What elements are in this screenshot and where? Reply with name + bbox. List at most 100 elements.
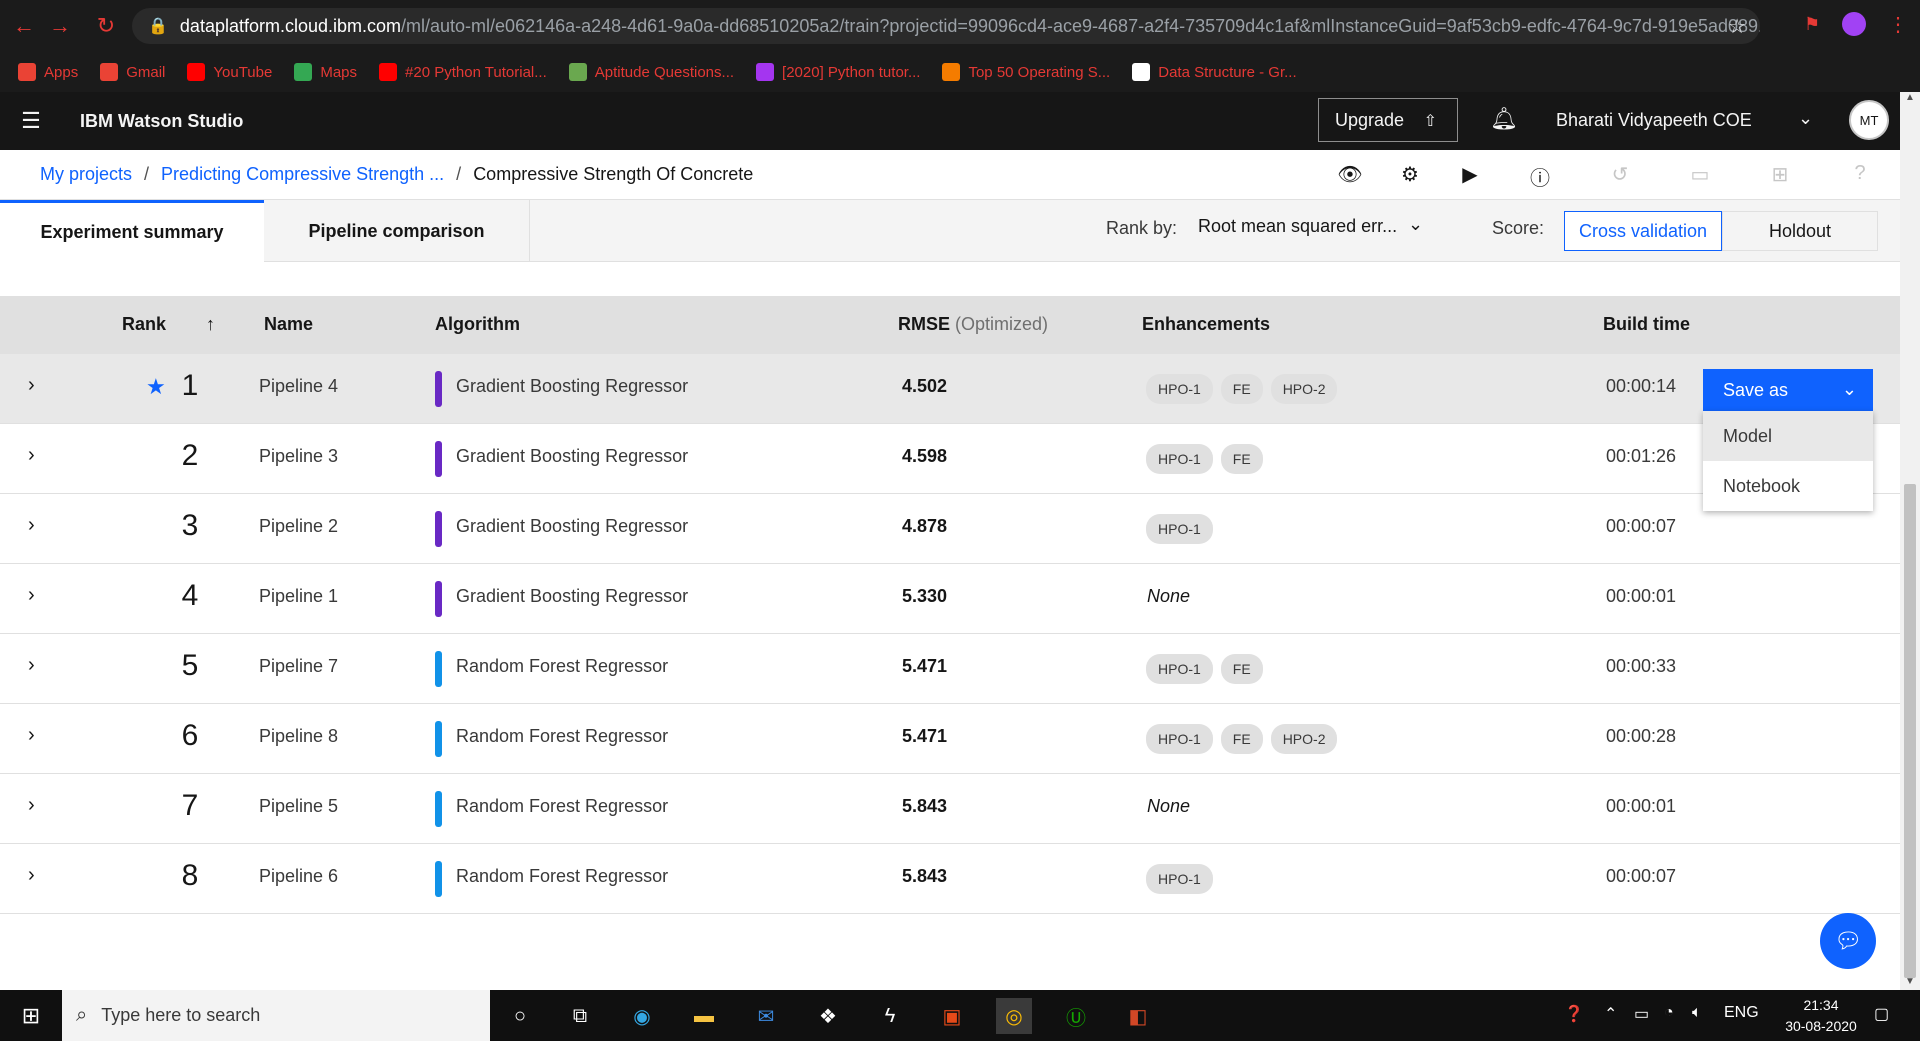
score-holdout-button[interactable]: Holdout bbox=[1722, 211, 1878, 251]
tab-experiment-summary[interactable]: Experiment summary bbox=[0, 200, 264, 262]
language-indicator[interactable]: ENG bbox=[1724, 1004, 1759, 1022]
back-arrow-icon[interactable]: ← bbox=[6, 8, 42, 44]
chevron-right-icon[interactable]: › bbox=[28, 654, 35, 677]
grid-apps-icon[interactable]: ⊞ bbox=[1766, 162, 1794, 187]
chevron-right-icon[interactable]: › bbox=[28, 374, 35, 397]
bookmark-item[interactable]: [2020] Python tutor... bbox=[756, 63, 920, 81]
wifi-icon[interactable]: ◔ bbox=[1664, 1004, 1674, 1022]
reload-icon[interactable]: ↻ bbox=[88, 8, 124, 44]
page-scrollbar[interactable]: ▲ ▼ bbox=[1900, 92, 1920, 990]
geeks-icon bbox=[1132, 63, 1151, 81]
notification-bell-icon[interactable]: 🔔︎ bbox=[1490, 106, 1518, 132]
header-rank[interactable]: Rank bbox=[122, 314, 166, 335]
profile-icon[interactable] bbox=[1842, 12, 1866, 36]
comment-icon[interactable]: ▭ bbox=[1686, 162, 1714, 187]
cortana-circle-icon[interactable]: ○ bbox=[502, 998, 538, 1034]
bookmark-item[interactable]: YouTube bbox=[187, 63, 272, 81]
bookmark-item[interactable]: Aptitude Questions... bbox=[568, 63, 734, 81]
run-play-icon[interactable]: ▶ bbox=[1456, 162, 1484, 187]
address-bar[interactable]: 🔒 dataplatform.cloud.ibm.com /ml/auto-ml… bbox=[132, 8, 1760, 44]
build-time: 00:00:28 bbox=[1606, 726, 1677, 746]
table-row[interactable]: › 5 Pipeline 7 Random Forest Regressor 5.471… bbox=[0, 634, 1900, 704]
save-as-label: Save as bbox=[1723, 379, 1789, 400]
system-clock[interactable]: 21:34 30-08-2020 bbox=[1776, 995, 1866, 1037]
rank-by-dropdown[interactable]: Root mean squared err... bbox=[1198, 216, 1397, 237]
header-algorithm: Algorithm bbox=[435, 314, 520, 334]
table-row[interactable]: › 6 Pipeline 8 Random Forest Regressor 5.471… bbox=[0, 704, 1900, 774]
browser-menu-icon[interactable]: ⋮ bbox=[1888, 12, 1908, 37]
table-row[interactable]: › 4 Pipeline 1 Gradient Boosting Regressor 5… bbox=[0, 564, 1900, 634]
windows-taskbar: ⊞ ⌕ Type here to search ○ ⧉ ◉ ▬ ✉ ❖ ϟ ▣ … bbox=[0, 990, 1920, 1041]
scroll-thumb[interactable] bbox=[1904, 484, 1916, 978]
save-as-button[interactable]: Save as ⌄ bbox=[1703, 369, 1873, 411]
help-icon[interactable]: ? bbox=[1846, 162, 1874, 185]
algorithm-name: Gradient Boosting Regressor bbox=[456, 586, 689, 606]
bookmark-item[interactable]: Gmail bbox=[100, 63, 165, 81]
sort-arrow-up-icon[interactable]: ↑ bbox=[206, 314, 215, 335]
windows-start-icon[interactable]: ⊞ bbox=[0, 990, 62, 1041]
chevron-right-icon[interactable]: › bbox=[28, 794, 35, 817]
office-icon[interactable]: ▣ bbox=[934, 998, 970, 1034]
help-circle-icon[interactable]: ❓ bbox=[1564, 1004, 1584, 1024]
taskbar-search-input[interactable]: ⌕ Type here to search bbox=[62, 990, 490, 1041]
forward-arrow-icon[interactable]: → bbox=[42, 8, 78, 44]
bookmark-star-icon[interactable]: ☆ bbox=[1728, 14, 1746, 39]
tab-pipeline-comparison[interactable]: Pipeline comparison bbox=[264, 200, 530, 262]
edge-browser-icon[interactable]: ◉ bbox=[624, 998, 660, 1034]
account-name[interactable]: Bharati Vidyapeeth COE bbox=[1556, 110, 1752, 131]
pipeline-name: Pipeline 7 bbox=[259, 656, 339, 676]
menu-item-notebook[interactable]: Notebook bbox=[1703, 461, 1873, 511]
bookmark-item[interactable]: Maps bbox=[294, 63, 357, 81]
scroll-up-arrow-icon[interactable]: ▲ bbox=[1905, 92, 1915, 103]
table-row[interactable]: › 3 Pipeline 2 Gradient Boosting Regressor 4… bbox=[0, 494, 1900, 564]
breadcrumb-my-projects[interactable]: My projects bbox=[40, 164, 132, 185]
settings-sliders-icon[interactable]: ⚙︎ bbox=[1396, 162, 1424, 187]
rank-number: 1 bbox=[181, 369, 199, 402]
eye-icon[interactable]: 👁︎ bbox=[1336, 162, 1364, 187]
chevron-down-icon[interactable]: ⌄ bbox=[1408, 214, 1423, 235]
upgrade-button[interactable]: Upgrade ⇧ bbox=[1318, 98, 1458, 142]
volume-icon[interactable]: 🔈︎ bbox=[1692, 1004, 1702, 1022]
table-row[interactable]: › ★ 1 Pipeline 4 Gradient Boosting Regressor… bbox=[0, 354, 1900, 424]
chevron-right-icon[interactable]: › bbox=[28, 724, 35, 747]
mail-icon[interactable]: ✉ bbox=[748, 998, 784, 1034]
chevron-right-icon[interactable]: › bbox=[28, 514, 35, 537]
chat-icon[interactable]: 💬︎ bbox=[1820, 913, 1876, 969]
task-view-icon[interactable]: ⧉ bbox=[562, 998, 598, 1034]
algorithm-color-bar bbox=[435, 651, 442, 687]
chevron-right-icon[interactable]: › bbox=[28, 444, 35, 467]
bookmark-item[interactable]: Data Structure - Gr... bbox=[1132, 63, 1297, 81]
breadcrumb-project[interactable]: Predicting Compressive Strength ... bbox=[161, 164, 444, 185]
enhancement-tag: HPO-1 bbox=[1146, 654, 1213, 684]
table-row[interactable]: › 8 Pipeline 6 Random Forest Regressor 5.843… bbox=[0, 844, 1900, 914]
powerpoint-icon[interactable]: ◧ bbox=[1120, 998, 1156, 1034]
history-icon[interactable]: ↺ bbox=[1606, 162, 1634, 187]
info-icon[interactable]: ⓘ bbox=[1526, 162, 1554, 191]
chrome-icon[interactable]: ◎ bbox=[996, 998, 1032, 1034]
table-row[interactable]: › 2 Pipeline 3 Gradient Boosting Regressor 4… bbox=[0, 424, 1900, 494]
header-build-time: Build time bbox=[1603, 314, 1691, 334]
table-row[interactable]: › 7 Pipeline 5 Random Forest Regressor 5.843… bbox=[0, 774, 1900, 844]
hamburger-menu-icon[interactable]: ☰ bbox=[0, 92, 62, 150]
chevron-up-icon[interactable]: ⌃ bbox=[1604, 1004, 1617, 1024]
dropbox-icon[interactable]: ❖ bbox=[810, 998, 846, 1034]
chevron-right-icon[interactable]: › bbox=[28, 864, 35, 887]
upwork-icon[interactable]: Ⓤ bbox=[1058, 998, 1094, 1034]
build-time: 00:01:26 bbox=[1606, 446, 1677, 466]
extension-icon[interactable]: ⚑ bbox=[1804, 14, 1820, 35]
file-explorer-icon[interactable]: ▬ bbox=[686, 998, 722, 1034]
battery-icon[interactable]: ▭ bbox=[1634, 1004, 1649, 1024]
menu-item-model[interactable]: Model bbox=[1703, 411, 1873, 461]
bookmark-item[interactable]: #20 Python Tutorial... bbox=[379, 63, 547, 81]
scroll-down-arrow-icon[interactable]: ▼ bbox=[1905, 976, 1915, 987]
pipeline-name: Pipeline 4 bbox=[259, 376, 339, 396]
rmse-value: 4.878 bbox=[902, 516, 948, 536]
chevron-right-icon[interactable]: › bbox=[28, 584, 35, 607]
notification-center-icon[interactable]: ▢ bbox=[1874, 1004, 1889, 1024]
lightning-app-icon[interactable]: ϟ bbox=[872, 998, 908, 1034]
bookmark-item[interactable]: Apps bbox=[18, 63, 78, 81]
bookmark-item[interactable]: Top 50 Operating S... bbox=[942, 63, 1110, 81]
avatar[interactable]: MT bbox=[1849, 100, 1889, 140]
score-cross-validation-button[interactable]: Cross validation bbox=[1564, 211, 1722, 251]
chevron-down-icon[interactable]: ⌄ bbox=[1798, 108, 1813, 129]
